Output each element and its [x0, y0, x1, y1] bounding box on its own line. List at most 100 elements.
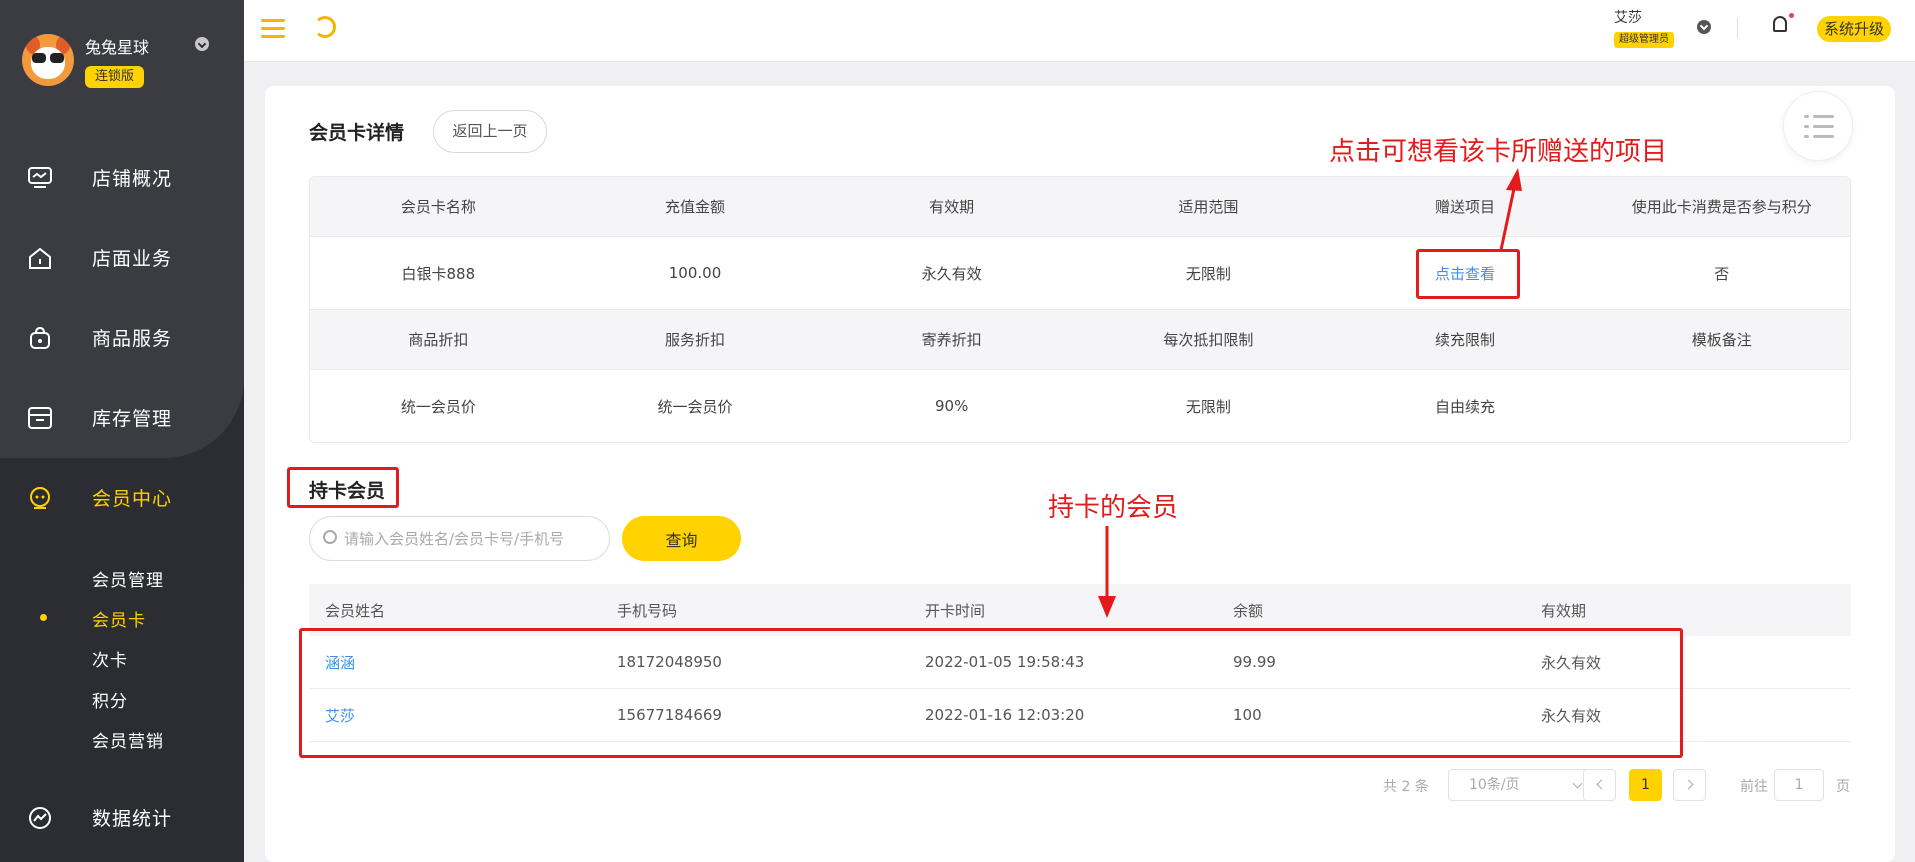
sidebar-item-store-business[interactable]: 店面业务	[0, 218, 244, 298]
user-name: 艾莎	[1614, 10, 1642, 26]
submenu-item-member-management[interactable]: 会员管理	[92, 566, 164, 591]
annotation-box-members-rows	[299, 628, 1683, 758]
sidebar-item-inventory[interactable]: 库存管理	[0, 378, 244, 458]
sidebar-item-label: 库存管理	[92, 408, 173, 430]
detail-header-cell: 会员卡名称	[400, 198, 476, 216]
user-dropdown-icon[interactable]	[1697, 20, 1711, 34]
list-icon[interactable]	[1783, 91, 1853, 161]
top-header: 艾莎 超级管理员 系统升级	[244, 0, 1915, 62]
refresh-icon[interactable]	[314, 16, 336, 38]
column-header: 有效期	[1541, 601, 1587, 620]
shop-avatar[interactable]	[22, 34, 74, 86]
detail-header-cell: 使用此卡消费是否参与积分	[1631, 198, 1812, 216]
detail-value-row: 统一会员价 统一会员价 90% 无限制 自由续充	[310, 369, 1850, 442]
sidebar-item-product-service[interactable]: 商品服务	[0, 298, 244, 378]
detail-value-cell: 90%	[935, 397, 969, 415]
chart-icon	[29, 807, 51, 829]
column-header: 开卡时间	[925, 601, 986, 620]
back-button[interactable]: 返回上一页	[433, 110, 547, 153]
column-header: 手机号码	[617, 601, 678, 620]
notification-dot	[1789, 13, 1794, 18]
page-suffix-label: 页	[1836, 779, 1850, 795]
submenu-item-member-marketing[interactable]: 会员营销	[92, 727, 164, 752]
detail-value-cell	[1593, 370, 1850, 442]
sidebar: 兔兔星球 连锁版 店铺概况 店面业务 商品服务 库存管理 会员中心 会员管理 会…	[0, 0, 244, 862]
detail-value-cell: 100.00	[668, 264, 722, 282]
chevron-down-icon[interactable]	[195, 37, 209, 51]
shop-name: 兔兔星球	[85, 38, 150, 57]
detail-header-cell: 商品折扣	[408, 331, 469, 349]
sidebar-item-label: 数据统计	[92, 808, 173, 830]
bell-icon[interactable]	[1773, 16, 1787, 32]
sidebar-item-label: 商品服务	[92, 328, 173, 350]
next-page-button[interactable]	[1673, 769, 1706, 801]
annotation-arrow-down	[1098, 526, 1116, 618]
detail-header-cell: 服务折扣	[665, 331, 726, 349]
sidebar-item-member-center[interactable]: 会员中心	[0, 458, 244, 538]
card-detail-table: 会员卡名称 充值金额 有效期 适用范围 赠送项目 使用此卡消费是否参与积分 白银…	[309, 176, 1851, 443]
annotation-box-members-title	[287, 467, 399, 508]
goto-page-input[interactable]: 1	[1774, 769, 1824, 801]
goto-label: 前往	[1740, 779, 1768, 795]
sidebar-item-statistics[interactable]: 数据统计	[0, 778, 244, 858]
column-header: 会员姓名	[325, 601, 386, 620]
chevron-left-icon	[1596, 779, 1607, 790]
query-button[interactable]: 查询	[622, 516, 741, 561]
detail-header-cell: 续充限制	[1435, 331, 1496, 349]
detail-header-cell: 模板备注	[1691, 331, 1752, 349]
system-upgrade-button[interactable]: 系统升级	[1817, 16, 1892, 42]
detail-header-row: 商品折扣 服务折扣 寄养折扣 每次抵扣限制 续充限制 模板备注	[310, 310, 1850, 369]
detail-value-cell: 统一会员价	[657, 397, 733, 416]
column-header: 余额	[1233, 601, 1264, 620]
detail-value-cell: 永久有效	[921, 264, 982, 283]
detail-value-cell: 自由续充	[1435, 397, 1496, 416]
page-size-value: 10条/页	[1469, 777, 1520, 793]
annotation-members-note: 持卡的会员	[1048, 493, 1179, 523]
header-divider	[1737, 18, 1738, 38]
detail-header-cell: 寄养折扣	[921, 331, 982, 349]
detail-value-cell: 否	[1714, 264, 1730, 283]
active-indicator-dot	[40, 614, 47, 621]
detail-header-cell: 充值金额	[665, 198, 726, 216]
avatar-glasses	[31, 53, 65, 63]
chevron-right-icon	[1683, 779, 1694, 790]
avatar-face	[31, 47, 65, 79]
detail-value-cell: 统一会员价	[400, 397, 476, 416]
shop-edition-badge: 连锁版	[85, 66, 145, 88]
member-icon	[30, 487, 50, 509]
bag-icon	[30, 327, 50, 349]
submenu-item-points[interactable]: 积分	[92, 687, 128, 712]
detail-value-cell: 白银卡888	[401, 264, 476, 283]
sidebar-item-label: 店面业务	[92, 248, 173, 270]
annotation-box-gift-link	[1416, 249, 1520, 299]
current-page-button[interactable]: 1	[1629, 769, 1662, 801]
box-icon	[28, 407, 52, 429]
submenu-item-member-card[interactable]: 会员卡	[92, 606, 146, 631]
detail-value-cell: 无限制	[1185, 397, 1231, 416]
page-title: 会员卡详情	[309, 122, 405, 144]
menu-toggle-icon[interactable]	[261, 19, 285, 39]
detail-header-row: 会员卡名称 充值金额 有效期 适用范围 赠送项目 使用此卡消费是否参与积分	[310, 177, 1850, 236]
sidebar-item-label: 店铺概况	[92, 168, 173, 190]
member-search-box[interactable]	[309, 516, 610, 561]
member-search-input[interactable]	[344, 526, 599, 552]
search-icon	[323, 530, 337, 544]
sidebar-item-store-overview[interactable]: 店铺概况	[0, 138, 244, 218]
sidebar-item-label: 会员中心	[92, 488, 173, 510]
detail-header-cell: 有效期	[929, 198, 975, 216]
prev-page-button[interactable]	[1583, 769, 1616, 801]
chevron-down-icon	[1572, 778, 1583, 789]
pagination-total: 共 2 条	[1383, 779, 1429, 795]
submenu-item-times-card[interactable]: 次卡	[92, 646, 128, 671]
detail-value-row: 白银卡888 100.00 永久有效 无限制 点击查看 否	[310, 236, 1850, 310]
detail-value-cell: 无限制	[1185, 264, 1231, 283]
detail-header-cell: 每次抵扣限制	[1163, 331, 1254, 349]
user-role-badge: 超级管理员	[1614, 32, 1674, 48]
detail-header-cell: 适用范围	[1178, 198, 1239, 216]
annotation-gift-note: 点击可想看该卡所赠送的项目	[1329, 137, 1668, 167]
monitor-icon	[28, 167, 52, 188]
annotation-arrow-up	[1499, 168, 1522, 251]
detail-header-cell: 赠送项目	[1435, 198, 1496, 216]
page-size-select[interactable]: 10条/页	[1448, 769, 1594, 801]
home-icon	[29, 247, 51, 269]
